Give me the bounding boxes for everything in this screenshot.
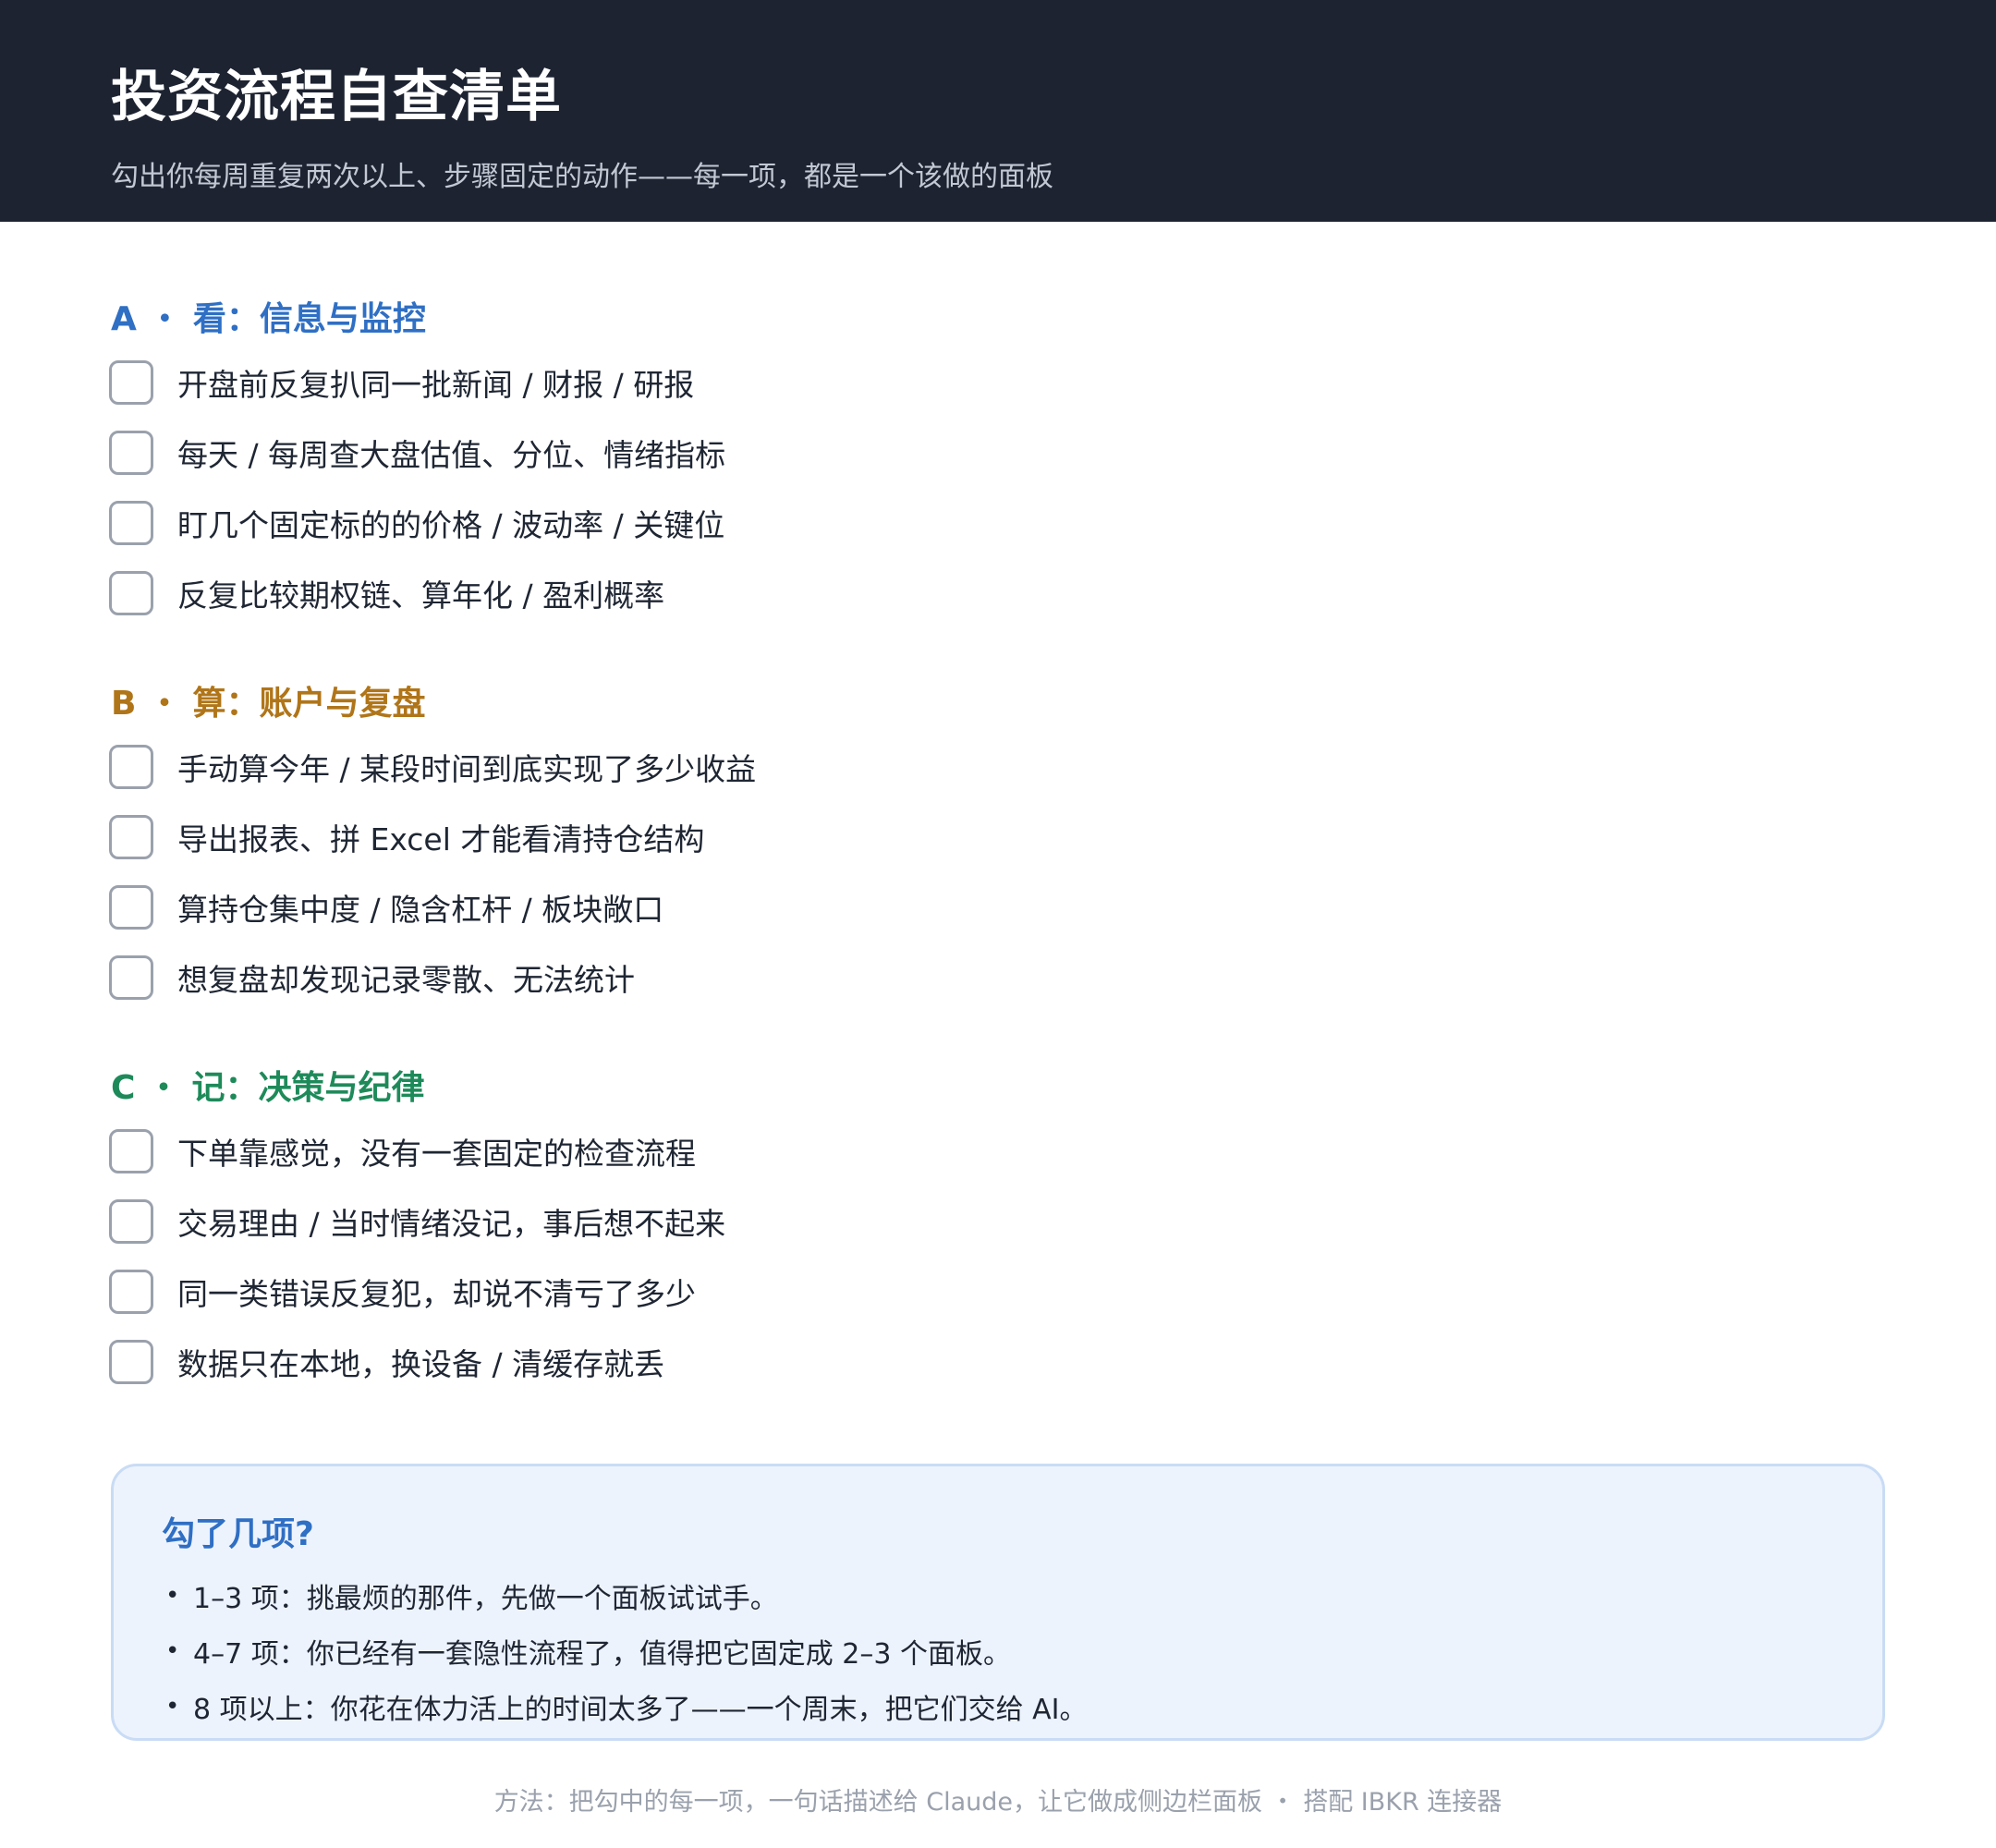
checkbox[interactable] bbox=[109, 1129, 153, 1173]
checklist-item-label: 数据只在本地，换设备 / 清缓存就丢 bbox=[177, 1346, 665, 1382]
checklist-item-label: 下单靠感觉，没有一套固定的检查流程 bbox=[177, 1136, 696, 1172]
checkbox[interactable] bbox=[109, 1270, 153, 1314]
checklist-item-label: 每天 / 每周查大盘估值、分位、情绪指标 bbox=[177, 437, 726, 473]
checkbox[interactable] bbox=[109, 955, 153, 1000]
section-heading-b: B ・ 算：账户与复盘 bbox=[111, 685, 426, 723]
section-heading-c: C ・ 记：决策与纪律 bbox=[111, 1069, 425, 1107]
checklist-item-c3[interactable]: 同一类错误反复犯，却说不清亏了多少 bbox=[109, 1268, 696, 1316]
checklist-item-b3[interactable]: 算持仓集中度 / 隐含杠杆 / 板块敞口 bbox=[109, 883, 663, 931]
checklist-item-label: 同一类错误反复犯，却说不清亏了多少 bbox=[177, 1276, 696, 1312]
checklist-item-label: 开盘前反复扒同一批新闻 / 财报 / 研报 bbox=[177, 367, 695, 403]
checklist-item-c4[interactable]: 数据只在本地，换设备 / 清缓存就丢 bbox=[109, 1338, 664, 1386]
bullet-icon: • bbox=[165, 1582, 180, 1610]
footer-note: 方法：把勾中的每一项，一句话描述给 Claude，让它做成侧边栏面板 ・ 搭配 … bbox=[493, 1788, 1503, 1817]
bullet-icon: • bbox=[165, 1693, 180, 1720]
page-header: 投资流程自查清单 勾出你每周重复两次以上、步骤固定的动作——每一项，都是一个该做… bbox=[0, 0, 1996, 222]
checkbox[interactable] bbox=[109, 815, 153, 859]
checkbox[interactable] bbox=[109, 1340, 153, 1384]
summary-box: 勾了几项? • 1–3 项：挑最烦的那件，先做一个面板试试手。 • 4–7 项：… bbox=[111, 1464, 1885, 1741]
checklist-item-label: 反复比较期权链、算年化 / 盈利概率 bbox=[177, 578, 665, 614]
page-title: 投资流程自查清单 bbox=[111, 65, 562, 129]
checklist-item-a4[interactable]: 反复比较期权链、算年化 / 盈利概率 bbox=[109, 569, 664, 617]
summary-line: • 4–7 项：你已经有一套隐性流程了，值得把它固定成 2–3 个面板。 bbox=[165, 1631, 1011, 1672]
checklist-item-a1[interactable]: 开盘前反复扒同一批新闻 / 财报 / 研报 bbox=[109, 359, 694, 407]
checkbox[interactable] bbox=[109, 431, 153, 475]
checkbox[interactable] bbox=[109, 1199, 153, 1244]
summary-line: • 1–3 项：挑最烦的那件，先做一个面板试试手。 bbox=[165, 1575, 778, 1616]
summary-text: 8 项以上：你花在体力活上的时间太多了——一个周末，把它们交给 AI。 bbox=[193, 1694, 1088, 1726]
checklist-item-c2[interactable]: 交易理由 / 当时情绪没记，事后想不起来 bbox=[109, 1198, 725, 1246]
checklist-item-b4[interactable]: 想复盘却发现记录零散、无法统计 bbox=[109, 954, 635, 1002]
bullet-icon: • bbox=[165, 1637, 180, 1665]
page-subtitle: 勾出你每周重复两次以上、步骤固定的动作——每一项，都是一个该做的面板 bbox=[111, 161, 1053, 193]
checkbox[interactable] bbox=[109, 501, 153, 545]
checkbox[interactable] bbox=[109, 571, 153, 615]
checklist-item-b1[interactable]: 手动算今年 / 某段时间到底实现了多少收益 bbox=[109, 743, 756, 791]
summary-text: 4–7 项：你已经有一套隐性流程了，值得把它固定成 2–3 个面板。 bbox=[193, 1638, 1011, 1671]
checklist-item-a3[interactable]: 盯几个固定标的的价格 / 波动率 / 关键位 bbox=[109, 499, 724, 547]
summary-line: • 8 项以上：你花在体力活上的时间太多了——一个周末，把它们交给 AI。 bbox=[165, 1686, 1088, 1727]
checkbox[interactable] bbox=[109, 360, 153, 405]
checklist-item-b2[interactable]: 导出报表、拼 Excel 才能看清持仓结构 bbox=[109, 813, 704, 861]
section-heading-a: A ・ 看：信息与监控 bbox=[111, 300, 426, 338]
checklist-item-c1[interactable]: 下单靠感觉，没有一套固定的检查流程 bbox=[109, 1127, 696, 1175]
checklist-item-label: 手动算今年 / 某段时间到底实现了多少收益 bbox=[177, 751, 757, 787]
summary-title: 勾了几项? bbox=[162, 1515, 314, 1553]
checkbox[interactable] bbox=[109, 885, 153, 930]
checkbox[interactable] bbox=[109, 745, 153, 789]
summary-text: 1–3 项：挑最烦的那件，先做一个面板试试手。 bbox=[193, 1583, 778, 1615]
checklist-item-label: 想复盘却发现记录零散、无法统计 bbox=[177, 962, 635, 998]
checklist-item-a2[interactable]: 每天 / 每周查大盘估值、分位、情绪指标 bbox=[109, 429, 725, 477]
checklist-item-label: 盯几个固定标的的价格 / 波动率 / 关键位 bbox=[177, 507, 725, 543]
checklist-item-label: 导出报表、拼 Excel 才能看清持仓结构 bbox=[177, 821, 705, 857]
checklist-item-label: 交易理由 / 当时情绪没记，事后想不起来 bbox=[177, 1206, 726, 1242]
checklist-item-label: 算持仓集中度 / 隐含杠杆 / 板块敞口 bbox=[177, 892, 664, 928]
